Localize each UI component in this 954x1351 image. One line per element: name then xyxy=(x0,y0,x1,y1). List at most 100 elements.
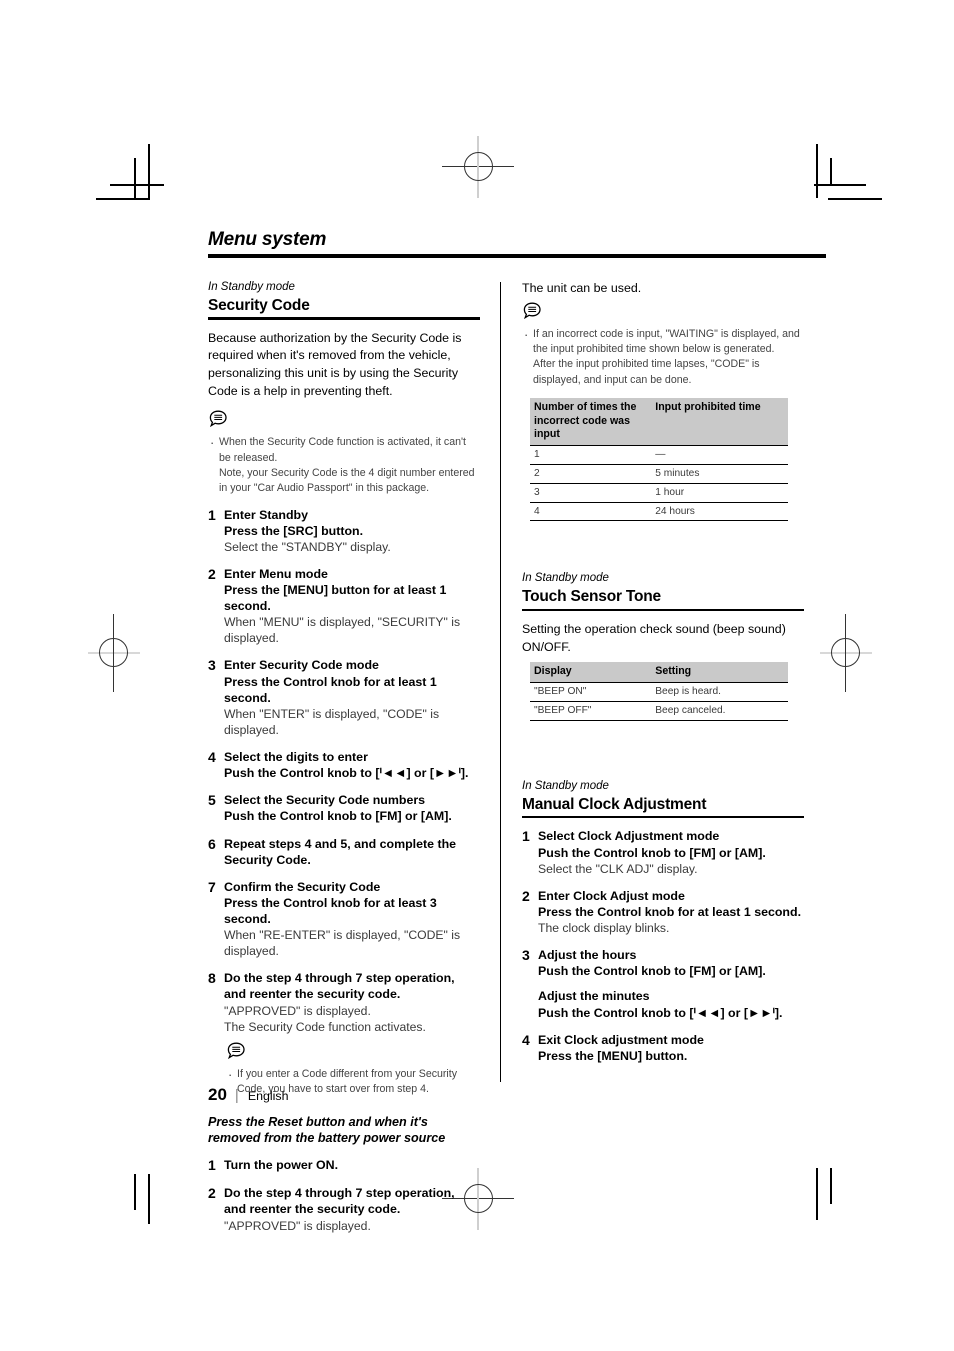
step-4: 4 Select the digits to enter Push the Co… xyxy=(208,749,480,781)
step-sub: Press the [MENU] button for at least 1 s… xyxy=(224,583,447,614)
table-header-cell: Number of times the incorrect code was i… xyxy=(530,397,652,447)
note-item: If an incorrect code is input, "WAITING"… xyxy=(522,326,804,358)
step-1: 1 Enter Standby Press the [SRC] button. … xyxy=(208,507,480,555)
reset-step-2: 2 Do the step 4 through 7 step operation… xyxy=(208,1185,480,1233)
page-title: Menu system xyxy=(208,229,327,250)
registration-mark-top xyxy=(442,136,514,198)
crop-mark-top-left-v1 xyxy=(148,144,150,198)
step-title-minutes: Adjust the minutes xyxy=(538,989,650,1004)
step-number: 2 xyxy=(522,887,530,904)
crop-mark-bottom-left-v1 xyxy=(134,1174,136,1210)
crop-mark-top-right-v2 xyxy=(830,158,832,186)
step-2: 2 Enter Menu mode Press the [MENU] butto… xyxy=(208,566,480,647)
table-cell: Beep canceled. xyxy=(651,701,788,721)
step-title: Do the step 4 through 7 step operation, … xyxy=(224,971,455,1002)
page-content: Menu system In Standby mode Security Cod… xyxy=(208,229,828,1245)
step-desc: "APPROVED" is displayed. xyxy=(224,1218,371,1233)
step-6: 6 Repeat steps 4 and 5, and complete the… xyxy=(208,836,480,868)
table-cell: 1 hour xyxy=(651,483,788,503)
step-8: 8 Do the step 4 through 7 step operation… xyxy=(208,970,480,1099)
step-number: 5 xyxy=(208,792,216,809)
table-cell: "BEEP OFF" xyxy=(530,701,652,721)
step-sub: Press the [SRC] button. xyxy=(224,523,364,538)
step-inner-spacer xyxy=(538,979,804,988)
step-5: 5 Select the Security Code numbers Push … xyxy=(208,792,480,824)
step-desc: The clock display blinks. xyxy=(538,921,670,936)
step-title: Confirm the Security Code xyxy=(224,879,381,894)
table-header-row: Number of times the incorrect code was i… xyxy=(530,397,788,447)
crop-mark-top-left-v2 xyxy=(134,158,136,198)
step-sub: Push the Control knob to [FM] or [AM]. xyxy=(224,809,452,824)
clock-step-1: 1 Select Clock Adjustment mode Push the … xyxy=(522,828,804,876)
step-title: Select the digits to enter xyxy=(224,750,368,765)
step-number: 2 xyxy=(208,565,216,582)
step-3: 3 Enter Security Code mode Press the Con… xyxy=(208,657,480,738)
step-number: 2 xyxy=(208,1185,216,1202)
column-gap xyxy=(480,280,522,1245)
table-cell: 3 xyxy=(530,483,652,503)
clock-step-4: 4 Exit Clock adjustment mode Press the [… xyxy=(522,1032,804,1064)
crop-mark-top-left-h1 xyxy=(96,198,150,200)
step-title: Do the step 4 through 7 step operation, … xyxy=(224,1186,455,1217)
page-footer: 20 | English xyxy=(208,1085,288,1105)
touch-sensor-rule xyxy=(522,608,804,612)
step-7: 7 Confirm the Security Code Press the Co… xyxy=(208,879,480,960)
touch-sensor-eyebrow: In Standby mode xyxy=(522,572,609,585)
note-item: Note, your Security Code is the 4 digit … xyxy=(219,466,475,495)
table-cell: — xyxy=(651,445,788,465)
step-sub: Push the Control knob to [ᑊ◄◄] or [►►ᑊ]. xyxy=(224,766,469,781)
step-sub-minutes: Push the Control knob to [ᑊ◄◄] or [►►ᑊ]. xyxy=(538,1005,783,1020)
reset-lead: Press the Reset button and when it's rem… xyxy=(208,1114,446,1146)
touch-sensor-heading: Touch Sensor Tone xyxy=(522,588,661,606)
table-header-cell: Display xyxy=(530,662,652,684)
prohibit-table-wrapper: Number of times the incorrect code was i… xyxy=(530,397,788,522)
table-row: "BEEP OFF" Beep canceled. xyxy=(530,701,788,721)
note-bubble-icon xyxy=(227,1042,480,1065)
step-sub: Press the [MENU] button. xyxy=(538,1048,688,1063)
step-sub: Press the Control knob for at least 1 se… xyxy=(538,904,802,919)
step-number: 4 xyxy=(208,749,216,766)
reset-step-1: 1 Turn the power ON. xyxy=(208,1157,480,1174)
table-row: 4 24 hours xyxy=(530,502,788,522)
incorrect-code-note-block: If an incorrect code is input, "WAITING"… xyxy=(522,302,804,388)
clock-heading: Manual Clock Adjustment xyxy=(522,795,707,813)
crop-mark-top-right-h2 xyxy=(814,184,866,186)
two-column-layout: In Standby mode Security Code Because au… xyxy=(208,280,828,1245)
table-cell: 4 xyxy=(530,502,652,522)
crop-mark-top-left-h2 xyxy=(110,184,164,186)
security-code-note-block: When the Security Code function is activ… xyxy=(208,410,480,496)
note-bubble-icon xyxy=(209,410,480,433)
table-cell: 1 xyxy=(530,445,652,465)
step-title: Exit Clock adjustment mode xyxy=(538,1032,704,1047)
step-sub: Push the Control knob to [FM] or [AM]. xyxy=(538,964,766,979)
step-desc: When "ENTER" is displayed, "CODE" is dis… xyxy=(224,706,440,737)
table-row: "BEEP ON" Beep is heard. xyxy=(530,682,788,702)
table-cell: 2 xyxy=(530,464,652,484)
step-desc: "APPROVED" is displayed. xyxy=(224,1003,371,1018)
section-spacer-2 xyxy=(522,733,804,779)
touch-sensor-table: Display Setting "BEEP ON" Beep is heard.… xyxy=(530,662,788,721)
security-code-notes: When the Security Code function is activ… xyxy=(208,434,480,496)
step-number: 1 xyxy=(208,506,216,523)
security-code-rule xyxy=(208,317,480,320)
security-code-heading: Security Code xyxy=(208,296,310,314)
page-language: English xyxy=(247,1089,289,1103)
table-cell: Beep is heard. xyxy=(651,682,788,702)
unit-usable-lead: The unit can be used. xyxy=(522,280,642,295)
crop-mark-bottom-left-v2 xyxy=(148,1174,150,1224)
table-row: 1 — xyxy=(530,445,788,465)
table-header-row: Display Setting xyxy=(530,662,788,684)
table-cell: 24 hours xyxy=(651,502,788,522)
crop-mark-bottom-right-v2 xyxy=(830,1168,832,1204)
step-number: 6 xyxy=(208,835,216,852)
touch-sensor-table-wrapper: Display Setting "BEEP ON" Beep is heard.… xyxy=(530,662,788,721)
step-title: Enter Menu mode xyxy=(224,566,328,581)
table-header-cell: Input prohibited time xyxy=(651,397,788,447)
security-code-intro: Because authorization by the Security Co… xyxy=(208,330,462,398)
table-header-cell: Setting xyxy=(651,662,788,684)
step-title: Repeat steps 4 and 5, and complete the S… xyxy=(224,836,457,867)
step-title: Enter Clock Adjust mode xyxy=(538,888,685,903)
step-desc-2: The Security Code function activates. xyxy=(224,1019,426,1034)
step-sub: Press the Control knob for at least 1 se… xyxy=(224,674,437,705)
